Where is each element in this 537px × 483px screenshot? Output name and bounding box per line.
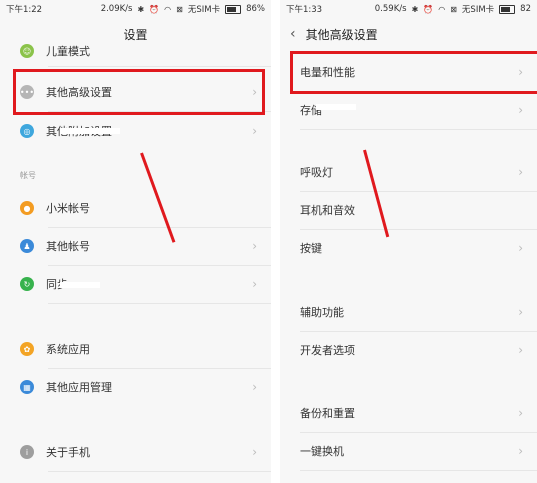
settings-item-kids-mode[interactable]: ☺ 儿童模式	[0, 36, 271, 66]
settings-item-label: 辅助功能	[300, 306, 344, 319]
settings-item-label: 按键	[300, 242, 322, 255]
chevron-right-icon: ›	[252, 445, 257, 459]
chevron-right-icon: ›	[518, 406, 523, 420]
page-title: 其他高级设置	[305, 27, 378, 42]
settings-item-phone-migration[interactable]: 一键换机 ›	[280, 432, 537, 470]
settings-item-mi-account[interactable]: ● 小米帐号	[0, 189, 271, 227]
person-icon: ♟	[20, 239, 34, 253]
settings-item-sync[interactable]: ↻ 同步 ›	[0, 265, 271, 303]
watermark-blur	[316, 104, 356, 110]
section-label-account: 帐号	[20, 171, 36, 180]
chevron-right-icon: ›	[518, 343, 523, 357]
settings-item-app-management[interactable]: ▦ 其他应用管理 ›	[0, 368, 271, 406]
network-speed: 2.09K/s	[100, 4, 133, 14]
chevron-right-icon: ›	[252, 124, 257, 138]
settings-item-other-accounts[interactable]: ♟ 其他帐号 ›	[0, 227, 271, 265]
divider	[48, 66, 271, 67]
sim-icon: ⊠	[450, 4, 457, 14]
network-speed: 0.59K/s	[374, 4, 407, 14]
extra-settings-icon: ◎	[20, 124, 34, 138]
settings-item-label: 系统应用	[46, 343, 90, 356]
settings-item-label: 小米帐号	[46, 202, 90, 215]
sim-icon: ⊠	[176, 4, 183, 14]
system-apps-icon: ✿	[20, 342, 34, 356]
wifi-icon: ◠	[438, 4, 446, 14]
settings-item-accessibility[interactable]: 辅助功能 ›	[280, 293, 537, 331]
divider	[300, 129, 537, 130]
chevron-right-icon: ›	[252, 380, 257, 394]
status-bar: 下午1:22 2.09K/s ✱ ⏰ ◠ ⊠ 无SIM卡 86%	[0, 0, 271, 18]
divider	[300, 470, 537, 471]
chevron-right-icon: ›	[252, 239, 257, 253]
sim-status: 无SIM卡	[187, 5, 221, 15]
watermark-blur	[60, 128, 120, 134]
bluetooth-icon: ✱	[137, 4, 145, 14]
settings-item-label: 儿童模式	[46, 45, 90, 58]
highlight-box	[290, 51, 537, 94]
status-time: 下午1:22	[6, 5, 43, 15]
settings-item-system-apps[interactable]: ✿ 系统应用	[0, 330, 271, 368]
settings-item-label: 关于手机	[46, 446, 90, 459]
settings-item-headphones-audio[interactable]: 耳机和音效	[280, 191, 537, 229]
sync-icon: ↻	[20, 277, 34, 291]
battery-level: 82	[520, 4, 531, 14]
title-bar: ‹ 其他高级设置	[280, 18, 537, 50]
settings-item-label: 耳机和音效	[300, 204, 355, 217]
settings-item-buttons[interactable]: 按键 ›	[280, 229, 537, 267]
chevron-right-icon: ›	[518, 165, 523, 179]
info-icon: i	[20, 445, 34, 459]
settings-item-storage[interactable]: 存储 ›	[280, 91, 537, 129]
status-time: 下午1:33	[286, 5, 323, 15]
kids-mode-icon: ☺	[20, 44, 34, 58]
divider	[48, 303, 271, 304]
chevron-right-icon: ›	[518, 305, 523, 319]
divider	[48, 471, 271, 472]
battery-level: 86%	[246, 4, 265, 14]
settings-item-label: 其他帐号	[46, 240, 90, 253]
sim-status: 无SIM卡	[461, 5, 495, 15]
wifi-icon: ◠	[164, 4, 172, 14]
settings-item-developer-options[interactable]: 开发者选项 ›	[280, 331, 537, 369]
apps-grid-icon: ▦	[20, 380, 34, 394]
chevron-right-icon: ›	[252, 277, 257, 291]
settings-item-label: 备份和重置	[300, 407, 355, 420]
highlight-box	[13, 69, 265, 115]
mi-account-icon: ●	[20, 201, 34, 215]
alarm-icon: ⏰	[149, 4, 160, 14]
settings-item-extra[interactable]: ◎ 其他附加设置 ›	[0, 112, 271, 150]
settings-item-backup-reset[interactable]: 备份和重置 ›	[280, 394, 537, 432]
settings-item-label: 一键换机	[300, 445, 344, 458]
battery-icon	[225, 4, 242, 14]
settings-item-label: 呼吸灯	[300, 166, 333, 179]
chevron-right-icon: ›	[518, 444, 523, 458]
chevron-right-icon: ›	[518, 241, 523, 255]
advanced-settings-screen: 下午1:33 0.59K/s ✱ ⏰ ◠ ⊠ 无SIM卡 82 ‹ 其他高级设置…	[280, 0, 537, 483]
back-arrow-icon[interactable]: ‹	[290, 26, 296, 42]
battery-icon	[499, 4, 516, 14]
settings-item-breathing-light[interactable]: 呼吸灯 ›	[280, 153, 537, 191]
settings-screen: 下午1:22 2.09K/s ✱ ⏰ ◠ ⊠ 无SIM卡 86% 设置 ☺ 儿童…	[0, 0, 271, 483]
chevron-right-icon: ›	[518, 103, 523, 117]
status-bar: 下午1:33 0.59K/s ✱ ⏰ ◠ ⊠ 无SIM卡 82	[280, 0, 537, 18]
settings-item-about-phone[interactable]: i 关于手机 ›	[0, 433, 271, 471]
settings-item-label: 其他应用管理	[46, 381, 112, 394]
alarm-icon: ⏰	[423, 4, 434, 14]
watermark-blur	[60, 282, 100, 288]
bluetooth-icon: ✱	[411, 4, 419, 14]
settings-item-label: 开发者选项	[300, 344, 355, 357]
